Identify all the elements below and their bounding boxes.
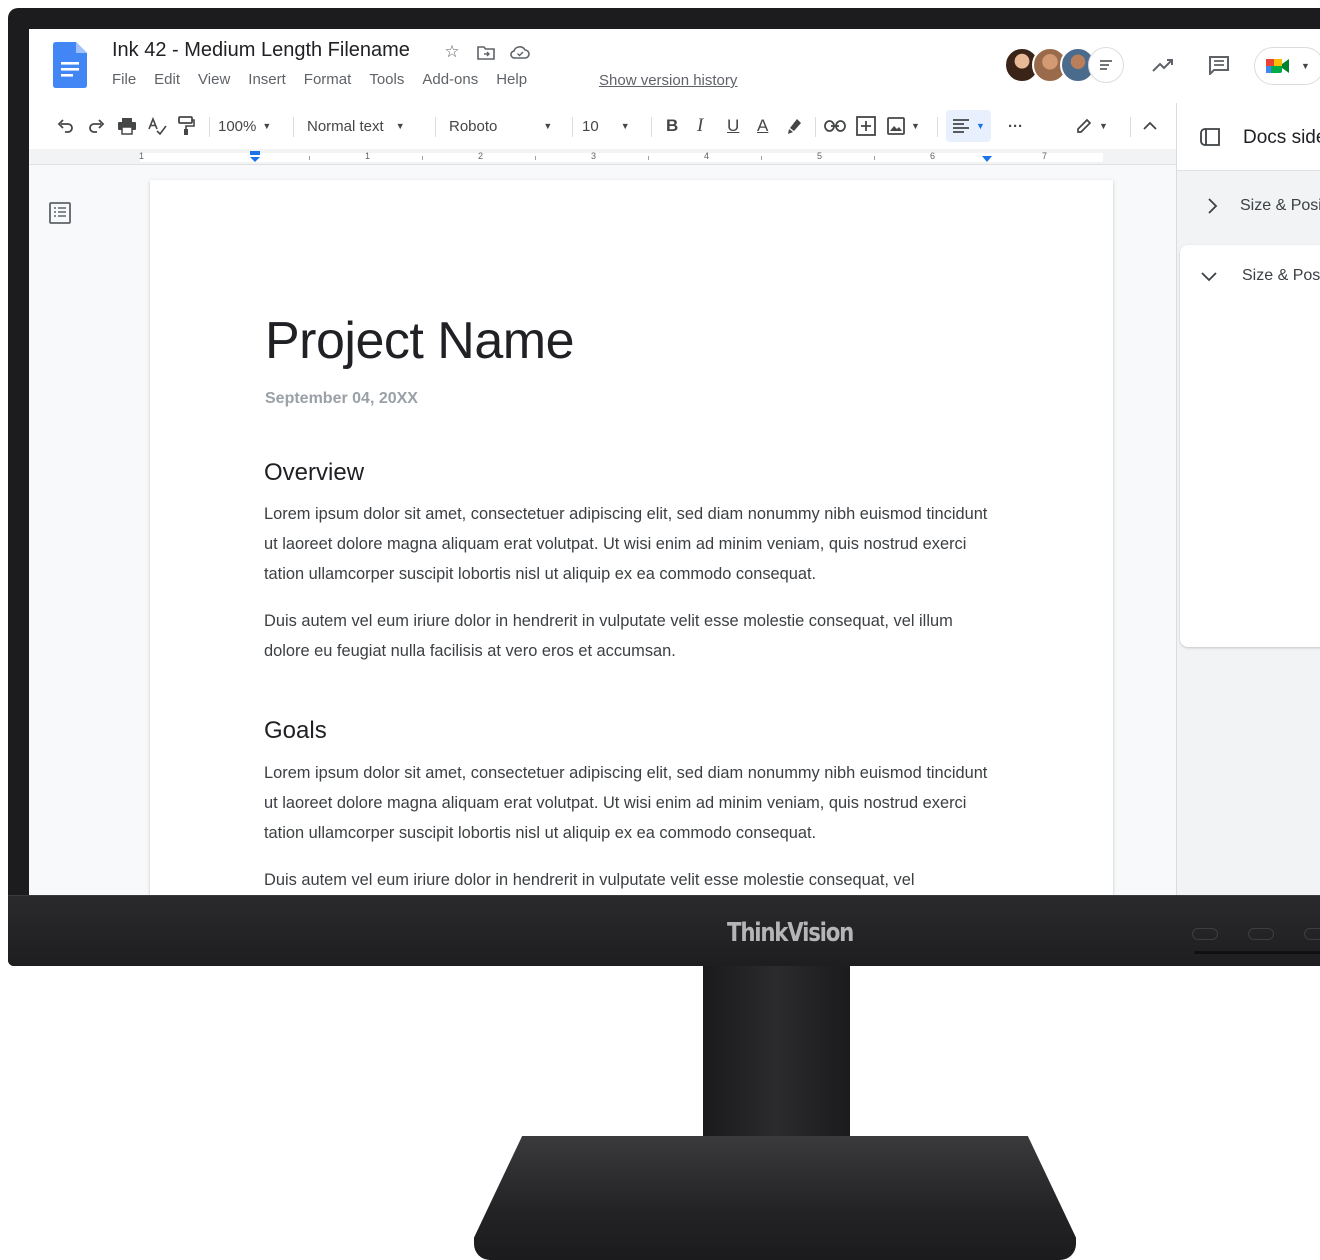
undo-icon[interactable] bbox=[57, 103, 75, 149]
paint-format-icon[interactable] bbox=[177, 103, 195, 149]
page-title: Project Name bbox=[265, 312, 575, 370]
align-left-icon bbox=[953, 119, 969, 133]
menu-file[interactable]: File bbox=[112, 71, 136, 88]
side-panel-title: Docs side bbox=[1243, 127, 1320, 148]
paragraph: Lorem ipsum dolor sit amet, consectetuer… bbox=[264, 505, 988, 583]
font-size-value: 10 bbox=[582, 117, 599, 135]
menu-edit[interactable]: Edit bbox=[154, 71, 180, 88]
text-color-button[interactable]: A bbox=[757, 103, 768, 149]
docs-logo-icon[interactable] bbox=[53, 42, 87, 88]
pencil-icon bbox=[1077, 118, 1092, 133]
screen: Ink 42 - Medium Length Filename ☆ File E… bbox=[29, 29, 1320, 895]
left-indent-marker-icon[interactable] bbox=[249, 151, 261, 163]
section-heading-goals: Goals bbox=[264, 717, 327, 744]
ruler-number: 4 bbox=[704, 151, 710, 161]
chevron-down-icon: ▼ bbox=[911, 121, 920, 131]
section-heading-overview: Overview bbox=[264, 459, 365, 486]
editing-mode-button[interactable]: ▼ bbox=[1075, 103, 1108, 149]
meet-button[interactable]: ▼ bbox=[1254, 47, 1320, 85]
document-outline-icon[interactable] bbox=[48, 201, 72, 225]
paragraph-style-select[interactable]: Normal text ▼ bbox=[307, 103, 405, 149]
insert-link-icon[interactable] bbox=[824, 103, 846, 149]
menu-view[interactable]: View bbox=[198, 71, 230, 88]
bold-button[interactable]: B bbox=[666, 103, 678, 149]
page-date: September 04, 20XX bbox=[265, 390, 418, 407]
docs-header: Ink 42 - Medium Length Filename ☆ File E… bbox=[29, 29, 1320, 103]
cloud-status-icon[interactable] bbox=[509, 41, 531, 63]
add-comment-icon[interactable] bbox=[856, 103, 876, 149]
ruler-number: 1 bbox=[139, 151, 145, 161]
align-left-button[interactable]: ▼ bbox=[946, 110, 991, 142]
monitor-input-button[interactable] bbox=[1192, 928, 1218, 940]
ruler-number: 6 bbox=[930, 151, 936, 161]
menu-add-ons[interactable]: Add-ons bbox=[422, 71, 478, 88]
side-panel-header: Docs side bbox=[1177, 103, 1320, 171]
paragraph: Duis autem vel eum iriure dolor in hendr… bbox=[264, 871, 915, 889]
monitor-stand-base bbox=[474, 1136, 1076, 1260]
chevron-down-icon: ▼ bbox=[262, 121, 272, 131]
ruler-number: 3 bbox=[591, 151, 597, 161]
chevron-down-icon: ▼ bbox=[1301, 61, 1310, 71]
font-size-select[interactable]: 10 ▼ bbox=[582, 103, 630, 149]
side-panel: Docs side Size & Posi Size & Pos bbox=[1176, 103, 1320, 895]
document-title[interactable]: Ink 42 - Medium Length Filename bbox=[112, 39, 410, 62]
font-select[interactable]: Roboto ▼ bbox=[449, 103, 552, 149]
menu-help[interactable]: Help bbox=[496, 71, 527, 88]
monitor-chin: ThinkVision bbox=[8, 895, 1320, 966]
ruler-number: 1 bbox=[365, 151, 371, 161]
right-indent-marker-icon[interactable] bbox=[981, 151, 993, 163]
more-options-button[interactable]: ··· bbox=[1008, 103, 1023, 149]
monitor-power-button[interactable] bbox=[1304, 928, 1320, 940]
horizontal-ruler[interactable]: 1 1 2 3 4 5 6 7 bbox=[29, 149, 1176, 165]
paragraph: Duis autem vel eum iriure dolor in hendr… bbox=[264, 612, 953, 660]
ruler-number: 2 bbox=[478, 151, 484, 161]
chevron-down-icon bbox=[1201, 272, 1217, 282]
size-position-card-expanded[interactable]: Size & Pos bbox=[1180, 245, 1320, 647]
ruler-number: 5 bbox=[817, 151, 823, 161]
monitor-menu-button[interactable] bbox=[1248, 928, 1274, 940]
ruler-number: 7 bbox=[1042, 151, 1048, 161]
comments-icon[interactable] bbox=[1205, 51, 1233, 79]
collaborator-avatars bbox=[1004, 47, 1124, 83]
paragraph: Lorem ipsum dolor sit amet, consectetuer… bbox=[264, 764, 988, 842]
zoom-select[interactable]: 100% ▼ bbox=[218, 103, 271, 149]
spellcheck-icon[interactable] bbox=[147, 103, 167, 149]
brand-logo: ThinkVision bbox=[727, 918, 854, 948]
add-on-panel-icon[interactable] bbox=[1199, 127, 1223, 147]
chat-icon[interactable] bbox=[1088, 47, 1124, 83]
size-position-row-collapsed[interactable]: Size & Posi bbox=[1179, 173, 1320, 239]
insert-image-icon[interactable]: ▼ bbox=[887, 103, 920, 149]
menu-format[interactable]: Format bbox=[304, 71, 352, 88]
chevron-down-icon: ▼ bbox=[543, 121, 553, 131]
zoom-value: 100% bbox=[218, 117, 257, 135]
show-version-history-link[interactable]: Show version history bbox=[599, 72, 737, 89]
star-icon[interactable]: ☆ bbox=[441, 41, 463, 63]
chevron-right-icon bbox=[1208, 198, 1218, 214]
activity-trend-icon[interactable] bbox=[1149, 51, 1177, 79]
formatting-toolbar: 100% ▼ Normal text ▼ Roboto ▼ 10 ▼ B I U A bbox=[29, 103, 1176, 149]
chevron-down-icon: ▼ bbox=[976, 121, 985, 131]
menu-bar: File Edit View Insert Format Tools Add-o… bbox=[112, 71, 527, 88]
document-page[interactable]: Project Name September 04, 20XX Overview… bbox=[150, 180, 1113, 895]
italic-button[interactable]: I bbox=[697, 103, 703, 149]
size-position-label: Size & Pos bbox=[1242, 267, 1320, 284]
hide-menus-icon[interactable] bbox=[1142, 103, 1158, 149]
size-position-label: Size & Posi bbox=[1240, 197, 1320, 214]
highlight-icon[interactable] bbox=[786, 103, 804, 149]
print-icon[interactable] bbox=[117, 103, 137, 149]
underline-button[interactable]: U bbox=[727, 103, 739, 149]
chevron-down-icon: ▼ bbox=[1099, 121, 1108, 131]
paragraph-style-value: Normal text bbox=[307, 117, 384, 135]
redo-icon[interactable] bbox=[87, 103, 105, 149]
chevron-down-icon: ▼ bbox=[395, 121, 405, 131]
chevron-down-icon: ▼ bbox=[620, 121, 630, 131]
meet-icon bbox=[1266, 59, 1289, 73]
menu-insert[interactable]: Insert bbox=[248, 71, 286, 88]
move-to-folder-icon[interactable] bbox=[475, 41, 497, 63]
font-value: Roboto bbox=[449, 117, 498, 135]
menu-tools[interactable]: Tools bbox=[369, 71, 404, 88]
